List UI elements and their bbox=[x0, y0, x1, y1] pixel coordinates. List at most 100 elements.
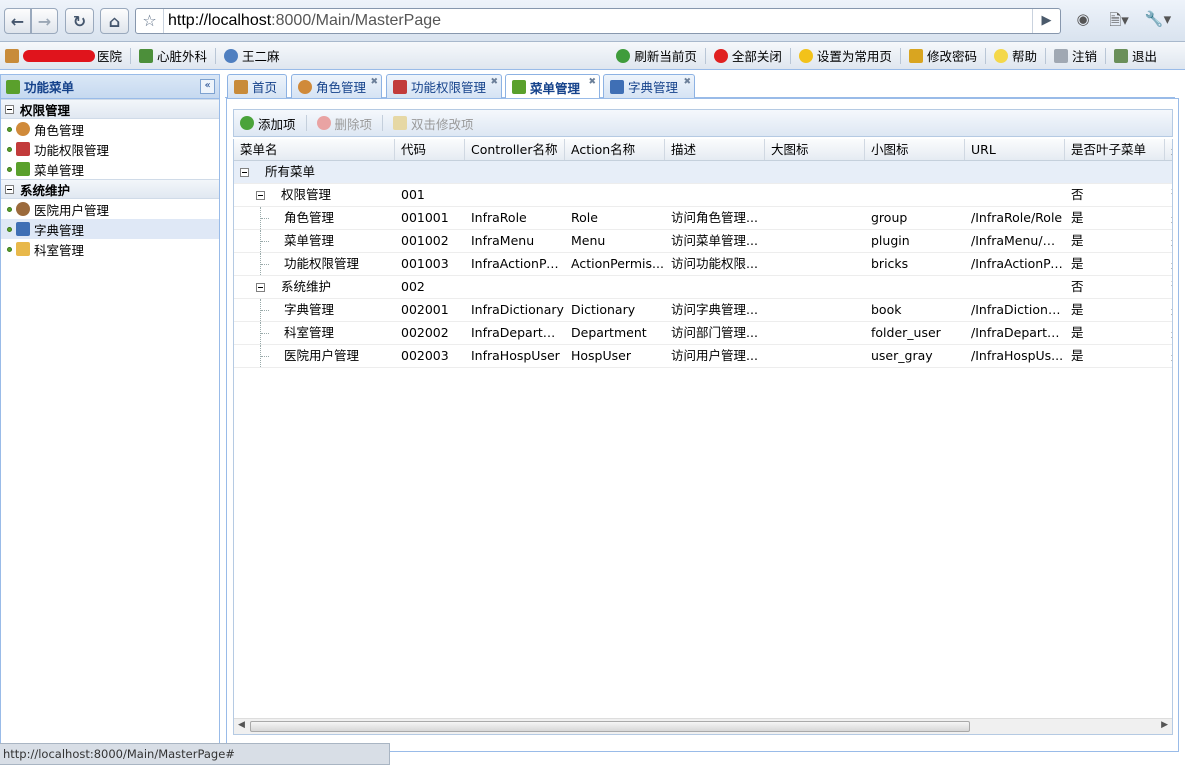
sidebar-item-role-management[interactable]: 角色管理 bbox=[1, 119, 219, 139]
column-header[interactable]: Action名称 bbox=[565, 139, 665, 160]
column-header[interactable]: 是 bbox=[1165, 139, 1172, 160]
cell-action: ActionPermis... bbox=[571, 256, 664, 271]
table-row[interactable]: 医院用户管理 002003 InfraHospUser HospUser 访问用户管理.… bbox=[234, 345, 1172, 368]
collapse-toggle-icon[interactable] bbox=[256, 190, 265, 200]
collapse-toggle-icon[interactable] bbox=[240, 167, 249, 177]
table-row[interactable]: 功能权限管理 001003 InfraActionPer... ActionPermi… bbox=[234, 253, 1172, 276]
column-header[interactable]: 描述 bbox=[665, 139, 765, 160]
scrollbar-thumb[interactable] bbox=[250, 721, 970, 732]
collapse-toggle-icon[interactable] bbox=[5, 184, 14, 194]
column-header[interactable]: 菜单名 bbox=[234, 139, 395, 160]
grid-body: 权限管理001否否角色管理001001InfraRoleRole访问角色管理..… bbox=[234, 184, 1172, 368]
change-password-button[interactable]: 修改密码 bbox=[908, 42, 977, 69]
column-header[interactable]: 小图标 bbox=[865, 139, 965, 160]
menu-name: 权限管理 bbox=[281, 187, 332, 202]
column-header[interactable]: 是否叶子菜单 bbox=[1065, 139, 1165, 160]
cell-extra: 否 bbox=[1165, 276, 1172, 298]
table-row[interactable]: 字典管理 002001 InfraDictionary Dictionary 访问字典管… bbox=[234, 299, 1172, 322]
add-item-button[interactable]: 添加项 bbox=[240, 114, 306, 133]
table-row[interactable]: 权限管理 001 否 否 bbox=[234, 184, 1172, 207]
collapse-toggle-icon[interactable] bbox=[256, 282, 265, 292]
forward-button[interactable]: → bbox=[31, 8, 58, 34]
user-icon bbox=[224, 48, 239, 63]
tab-menu-management[interactable]: 菜单管理 ✖ bbox=[505, 74, 600, 99]
hospital-label: 医院 bbox=[5, 42, 122, 69]
go-button[interactable]: ▶ bbox=[1032, 9, 1060, 33]
column-header[interactable]: Controller名称 bbox=[465, 139, 565, 160]
cell-leaf: 是 bbox=[1071, 302, 1084, 317]
cell-leaf: 是 bbox=[1071, 210, 1084, 225]
refresh-icon bbox=[616, 48, 631, 63]
table-row[interactable]: 角色管理 001001 InfraRole Role 访问角色管理... group/In… bbox=[234, 207, 1172, 230]
home-icon bbox=[234, 79, 248, 94]
home-button[interactable]: ⌂ bbox=[100, 8, 129, 34]
tab-dictionary-management[interactable]: 字典管理 ✖ bbox=[603, 74, 695, 98]
sidebar-item-department-management[interactable]: 科室管理 bbox=[1, 239, 219, 259]
scroll-left-icon[interactable]: ◀ bbox=[238, 720, 245, 730]
red-dot-icon bbox=[713, 48, 728, 63]
collapse-toggle-icon[interactable] bbox=[5, 104, 14, 114]
grid-toolbar: 添加项 删除项 双击修改项 bbox=[233, 109, 1173, 137]
table-row-root[interactable]: 所有菜单 bbox=[234, 161, 1172, 184]
delete-item-button[interactable]: 删除项 bbox=[316, 114, 383, 133]
cell-code: 001001 bbox=[401, 210, 449, 225]
bookmark-star-icon[interactable]: ☆ bbox=[136, 9, 164, 33]
address-bar[interactable]: ☆ http://localhost:8000/Main/MasterPage … bbox=[135, 8, 1061, 34]
group-permission-management[interactable]: 权限管理 bbox=[1, 99, 219, 119]
sidebar-item-dictionary-management[interactable]: 字典管理 bbox=[1, 219, 219, 239]
close-tab-icon[interactable]: ✖ bbox=[683, 77, 691, 87]
close-tab-icon[interactable]: ✖ bbox=[588, 77, 596, 87]
cell-small: book bbox=[871, 302, 902, 317]
horizontal-scrollbar[interactable]: ◀ ▶ bbox=[234, 718, 1172, 734]
menu-management-panel: 添加项 删除项 双击修改项 菜单名 代码 Controller名称 Action… bbox=[226, 98, 1179, 752]
group-icon bbox=[298, 79, 312, 94]
tab-action-permission[interactable]: 功能权限管理 ✖ bbox=[386, 74, 502, 98]
group-system-maintenance[interactable]: 系统维护 bbox=[1, 179, 219, 199]
close-tab-icon[interactable]: ✖ bbox=[370, 77, 378, 87]
sidebar-item-menu-management[interactable]: 菜单管理 bbox=[1, 159, 219, 179]
column-header[interactable]: 代码 bbox=[395, 139, 465, 160]
page-menu-icon[interactable]: 🗎▾ bbox=[1104, 10, 1134, 32]
cell-action: Dictionary bbox=[571, 302, 636, 317]
sidebar-item-hosp-user-management[interactable]: 医院用户管理 bbox=[1, 199, 219, 219]
cell-extra: 是 bbox=[1165, 207, 1172, 229]
help-button[interactable]: 帮助 bbox=[993, 42, 1037, 69]
reload-icon: ↻ bbox=[72, 11, 87, 31]
collapse-panel-button[interactable]: « bbox=[200, 79, 215, 94]
cell-controller: InfraDepartment bbox=[471, 325, 565, 340]
ie-tab-icon[interactable]: ◉ bbox=[1072, 10, 1094, 32]
cell-code: 001002 bbox=[401, 233, 449, 248]
wrench-menu-icon[interactable]: 🔧▾ bbox=[1142, 10, 1174, 32]
logout-button[interactable]: 注销 bbox=[1053, 42, 1097, 69]
cell-controller: InfraMenu bbox=[471, 233, 535, 248]
url-text[interactable]: http://localhost:8000/Main/MasterPage bbox=[164, 12, 441, 30]
sidebar-item-action-permission[interactable]: 功能权限管理 bbox=[1, 139, 219, 159]
cell-code: 002001 bbox=[401, 302, 449, 317]
close-tab-icon[interactable]: ✖ bbox=[490, 77, 498, 87]
tab-role-management[interactable]: 角色管理 ✖ bbox=[291, 74, 382, 98]
department-label: 心脏外科 bbox=[139, 42, 207, 69]
table-row[interactable]: 菜单管理 001002 InfraMenu Menu 访问菜单管理... plugin/I… bbox=[234, 230, 1172, 253]
table-row[interactable]: 科室管理 002002 InfraDepartment Department 访问部门管… bbox=[234, 322, 1172, 345]
cell-desc bbox=[665, 276, 765, 298]
scroll-right-icon[interactable]: ▶ bbox=[1161, 720, 1168, 730]
cell-extra: 是 bbox=[1165, 299, 1172, 321]
column-header[interactable]: 大图标 bbox=[765, 139, 865, 160]
close-all-button[interactable]: 全部关闭 bbox=[713, 42, 782, 69]
column-header[interactable]: URL bbox=[965, 139, 1065, 160]
add-icon bbox=[240, 116, 254, 130]
book-icon bbox=[610, 79, 624, 94]
puzzle-icon bbox=[6, 79, 20, 94]
tab-home[interactable]: 首页 bbox=[227, 74, 287, 98]
set-home-button[interactable]: 设置为常用页 bbox=[798, 42, 892, 69]
reload-button[interactable]: ↻ bbox=[65, 8, 94, 34]
cell-desc: 访问菜单管理... bbox=[671, 233, 758, 248]
back-button[interactable]: ← bbox=[4, 8, 31, 34]
exit-button[interactable]: 退出 bbox=[1113, 42, 1157, 69]
refresh-button[interactable]: 刷新当前页 bbox=[616, 42, 697, 69]
bricks-icon bbox=[393, 79, 407, 94]
cell-big bbox=[765, 299, 865, 321]
folder-user-icon bbox=[16, 242, 30, 256]
table-row[interactable]: 系统维护 002 否 否 bbox=[234, 276, 1172, 299]
edit-item-button[interactable]: 双击修改项 bbox=[393, 114, 484, 133]
